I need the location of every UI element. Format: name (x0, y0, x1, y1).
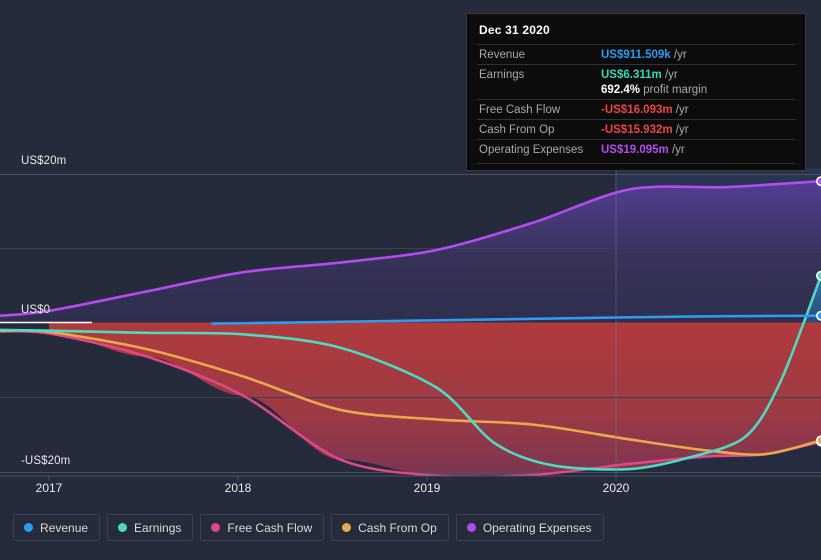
endpoint-dot-operating-expenses[interactable] (816, 176, 821, 187)
legend-item-revenue[interactable]: Revenue (13, 514, 101, 541)
tooltip-row: Cash From Op -US$15.932m /yr (477, 119, 795, 140)
tooltip-value-unit: /yr (661, 69, 678, 81)
tooltip-value-number: -US$15.932m (601, 124, 673, 136)
tooltip-row-label (477, 84, 599, 100)
tooltip-value-number: US$911.509k (601, 49, 671, 61)
tooltip-value-unit: /yr (672, 124, 689, 136)
legend-item-label: Earnings (134, 520, 182, 535)
x-axis-label-2020: 2020 (602, 481, 630, 495)
tooltip-row-value: US$911.509k /yr (599, 44, 795, 65)
tooltip-row: Free Cash Flow -US$16.093m /yr (477, 99, 795, 120)
legend-item-label: Cash From Op (358, 520, 437, 535)
tooltip-row-label: Earnings (477, 64, 599, 84)
tooltip-row: Revenue US$911.509k /yr (477, 44, 795, 65)
tooltip-row-label: Free Cash Flow (477, 99, 599, 120)
tooltip-bottom-rule (477, 163, 795, 164)
legend-item-free-cash-flow[interactable]: Free Cash Flow (200, 514, 325, 541)
legend-color-dot-icon (24, 523, 33, 532)
tooltip-row: Earnings US$6.311m /yr (477, 64, 795, 84)
x-axis-label-2017: 2017 (35, 481, 63, 495)
tooltip-value-number: 692.4% (601, 84, 641, 96)
legend-color-dot-icon (466, 523, 476, 532)
tooltip-value-number: US$19.095m (601, 144, 669, 156)
endpoint-dot-earnings[interactable] (816, 270, 821, 281)
tooltip-value-unit: profit margin (640, 84, 708, 96)
financial-chart: US$20m US$0 -US$20m 2017 2018 2019 2020 … (0, 0, 821, 560)
legend-item-label: Free Cash Flow (227, 520, 313, 535)
legend-item-operating-expenses[interactable]: Operating Expenses (455, 514, 604, 541)
tooltip-value-unit: /yr (668, 144, 685, 156)
tooltip-row-value: US$6.311m /yr (599, 64, 795, 84)
y-axis-label-top: US$20m (21, 155, 67, 167)
tooltip-row-value: US$19.095m /yr (599, 139, 795, 159)
legend-color-dot-icon (211, 523, 221, 532)
tooltip-row-label: Cash From Op (477, 119, 599, 140)
x-axis-label-2019: 2019 (413, 481, 441, 495)
tooltip-value-unit: /yr (672, 104, 689, 116)
legend-color-dot-icon (118, 523, 128, 532)
legend-item-earnings[interactable]: Earnings (107, 514, 194, 541)
legend-item-label: Revenue (40, 520, 89, 535)
tooltip-row: Operating Expenses US$19.095m /yr (477, 139, 795, 159)
chart-tooltip: Dec 31 2020 Revenue US$911.509k /yr Earnin… (466, 13, 806, 171)
tooltip-value-number: US$6.311m (601, 69, 662, 81)
tooltip-row-value: -US$15.932m /yr (599, 119, 795, 140)
tooltip-table: Revenue US$911.509k /yr Earnings US$6.311m … (477, 44, 795, 159)
y-axis-label-bottom: -US$20m (21, 455, 71, 467)
tooltip-row-value: -US$16.093m /yr (599, 99, 795, 120)
tooltip-value-number: -US$16.093m (601, 104, 673, 116)
tooltip-row-label: Operating Expenses (477, 139, 599, 159)
legend-item-label: Operating Expenses (482, 520, 592, 535)
tooltip-value-unit: /yr (670, 49, 687, 61)
endpoint-dot-cash-from-op[interactable] (816, 435, 821, 446)
plot-series-group (0, 168, 821, 476)
y-axis-label-zero: US$0 (21, 304, 51, 316)
legend-color-dot-icon (342, 523, 352, 532)
endpoint-dot-revenue[interactable] (816, 310, 821, 321)
tooltip-row: 692.4% profit margin (477, 84, 795, 100)
legend-item-cash-from-op[interactable]: Cash From Op (331, 514, 449, 541)
tooltip-date: Dec 31 2020 (479, 23, 550, 37)
x-axis-label-2018: 2018 (224, 481, 252, 495)
tooltip-row-value: 692.4% profit margin (599, 84, 795, 100)
chart-legend: Revenue Earnings Free Cash Flow Cash From O… (13, 514, 604, 541)
tooltip-row-label: Revenue (477, 44, 599, 65)
